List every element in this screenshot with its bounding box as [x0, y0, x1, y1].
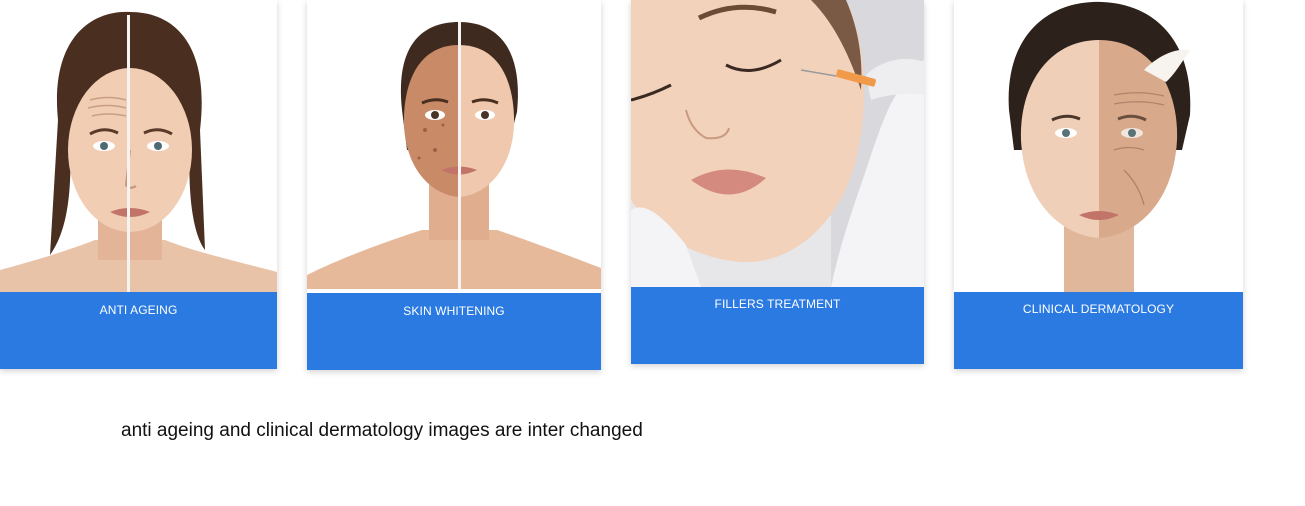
skin-whitening-photo — [307, 0, 601, 289]
service-card-clinical-dermatology[interactable]: CLINICAL DERMATOLOGY — [954, 0, 1243, 369]
face-injection-image — [631, 0, 924, 287]
anti-ageing-photo — [0, 0, 277, 292]
split-face-wrinkles-image — [0, 0, 277, 292]
skin-whitening-label[interactable]: SKIN WHITENING — [307, 293, 601, 318]
clinical-dermatology-label[interactable]: CLINICAL DERMATOLOGY — [954, 292, 1243, 316]
service-card-skin-whitening[interactable]: SKIN WHITENING — [307, 0, 601, 370]
fillers-treatment-label[interactable]: FILLERS TREATMENT — [631, 287, 924, 311]
service-cards-screen: ANTI AGEING SKIN WHITENING FILLERS TREAT… — [0, 0, 1305, 506]
skin-whitening-label-bar: SKIN WHITENING — [307, 293, 601, 370]
service-card-fillers-treatment[interactable]: FILLERS TREATMENT — [631, 0, 924, 364]
split-face-aged-peel-image — [954, 0, 1243, 292]
clinical-dermatology-label-bar: CLINICAL DERMATOLOGY — [954, 292, 1243, 369]
anti-ageing-label-bar: ANTI AGEING — [0, 292, 277, 369]
fillers-treatment-label-bar: FILLERS TREATMENT — [631, 287, 924, 364]
annotation-note: anti ageing and clinical dermatology ima… — [121, 420, 643, 441]
anti-ageing-label[interactable]: ANTI AGEING — [0, 292, 277, 317]
fillers-treatment-photo — [631, 0, 924, 287]
service-card-anti-ageing[interactable]: ANTI AGEING — [0, 0, 277, 369]
clinical-dermatology-photo — [954, 0, 1243, 292]
split-face-pigmentation-image — [307, 0, 601, 289]
